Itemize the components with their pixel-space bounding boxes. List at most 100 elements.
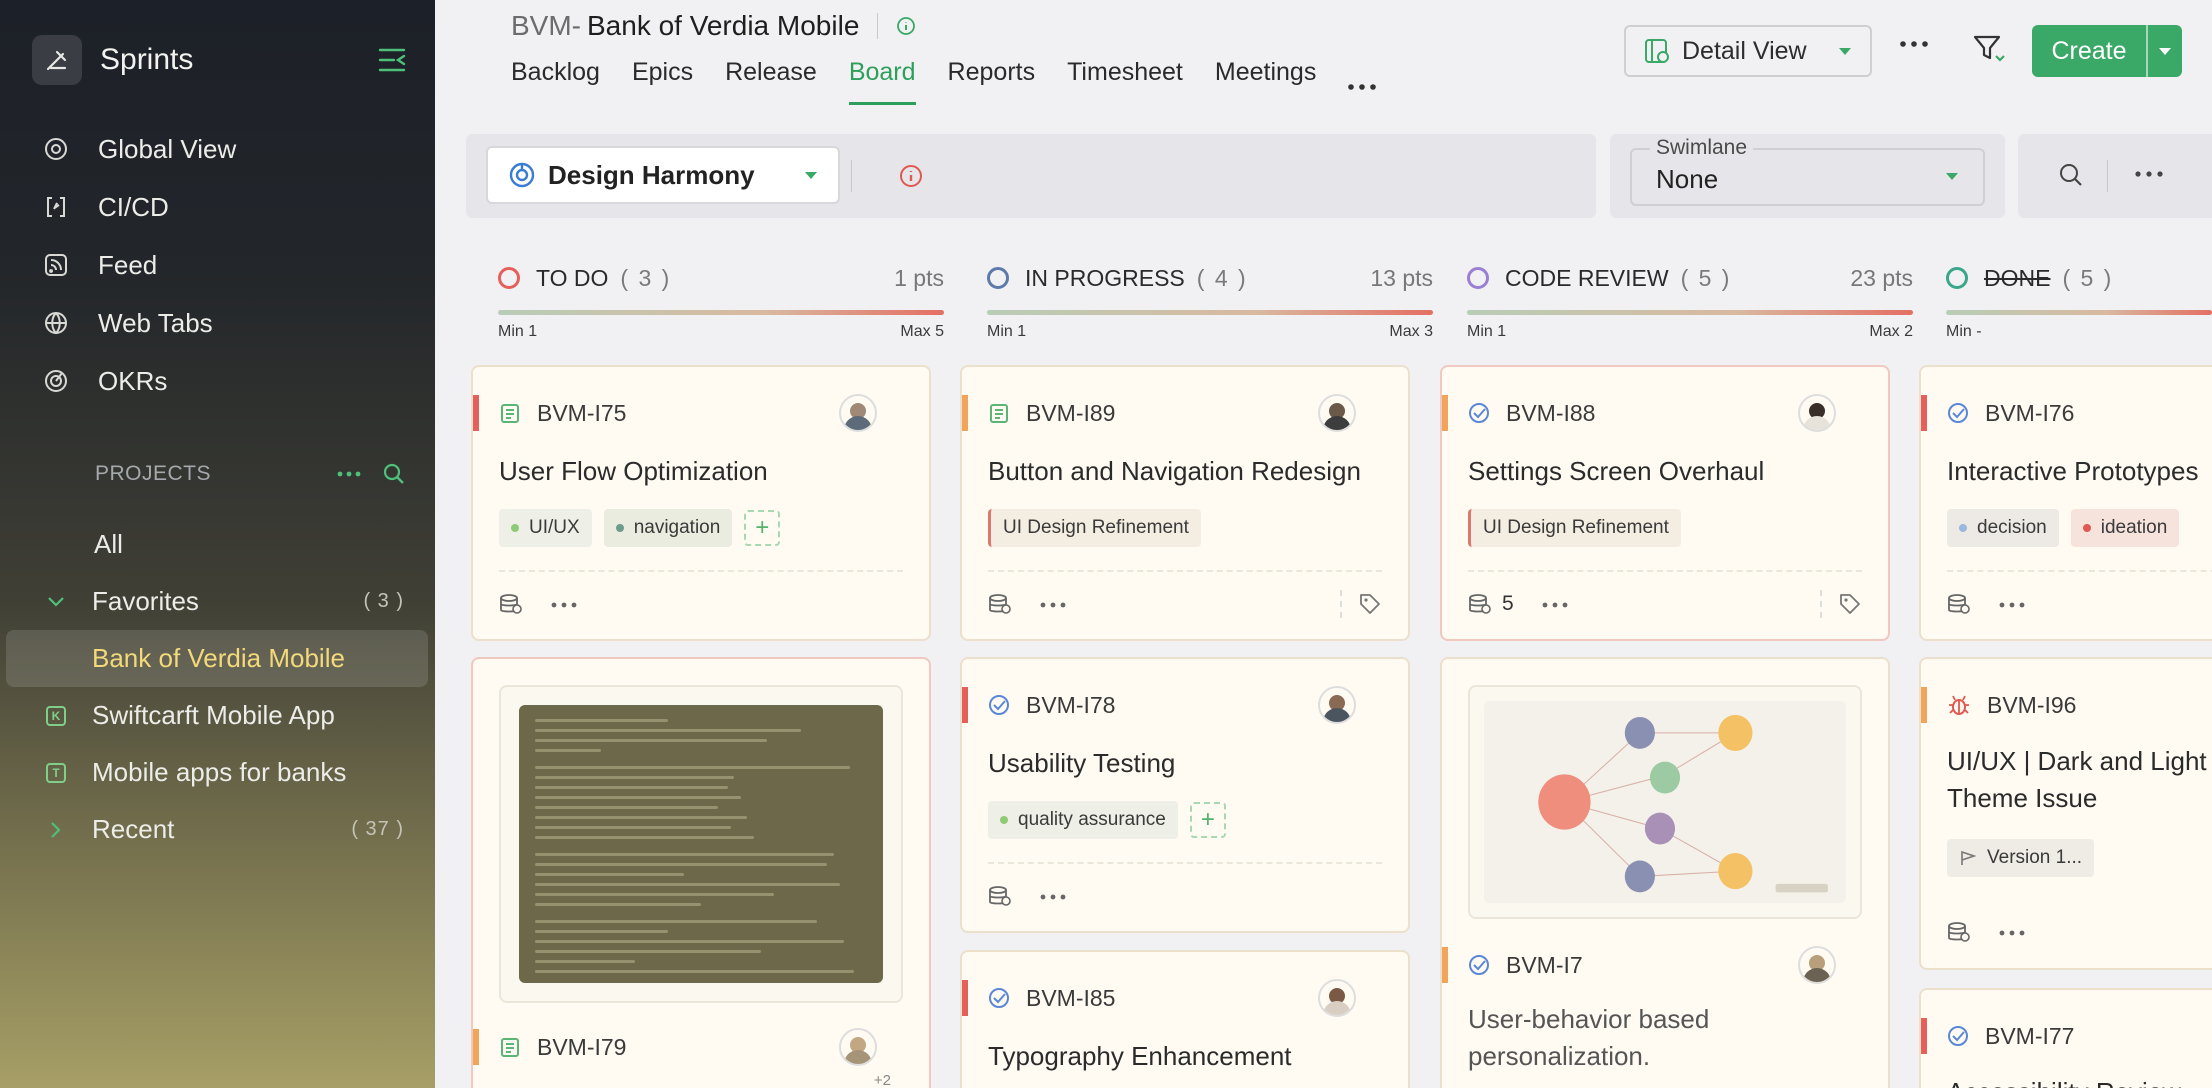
create-dropdown-icon[interactable] (2146, 25, 2182, 77)
attachment-thumbnail[interactable] (499, 685, 903, 1003)
card-title[interactable]: Typography Enhancement (988, 1038, 1388, 1075)
card-id[interactable]: BVM-I79 (537, 1034, 626, 1061)
card-id[interactable]: BVM-I77 (1985, 1023, 2074, 1050)
sidebar-item-all-projects[interactable]: All (6, 516, 428, 573)
card-id[interactable]: BVM-I96 (1987, 692, 2076, 719)
info-icon[interactable] (896, 16, 916, 36)
task-card-bvm-i88[interactable]: BVM-I88 Settings Screen Overhaul UI Desi… (1440, 365, 1890, 641)
search-icon[interactable] (383, 463, 405, 485)
card-title[interactable]: Settings Screen Overhaul (1468, 453, 1868, 490)
sidebar-item-cicd[interactable]: CI/CD (44, 178, 236, 236)
avatar[interactable] (1798, 394, 1836, 432)
tag[interactable]: ideation (2070, 509, 2180, 547)
card-title[interactable]: User Flow Optimization (499, 453, 909, 490)
card-id[interactable]: BVM-I78 (1026, 692, 1115, 719)
tab-board[interactable]: Board (848, 58, 916, 105)
create-button[interactable]: Create (2032, 25, 2182, 77)
card-title[interactable]: User-behavior based personalization. (1468, 1001, 1828, 1075)
card-more-icon[interactable] (1999, 595, 2025, 613)
story-points-icon[interactable] (1947, 593, 1971, 615)
card-more-icon[interactable] (1999, 923, 2025, 941)
story-points-icon[interactable] (988, 885, 1012, 907)
card-id[interactable]: BVM-I88 (1506, 400, 1595, 427)
card-title[interactable]: Accessibility Review (1947, 1074, 2212, 1088)
task-card-bvm-i78[interactable]: BVM-I78 Usability Testing quality assura… (960, 657, 1410, 933)
search-icon[interactable] (2058, 162, 2084, 193)
card-id[interactable]: BVM-I85 (1026, 985, 1115, 1012)
task-card-bvm-i96[interactable]: BVM-I96 UI/UX | Dark and Light Theme Iss… (1919, 657, 2212, 970)
tab-backlog[interactable]: Backlog (511, 58, 600, 105)
story-points-icon[interactable] (499, 593, 523, 615)
filter-icon[interactable] (1973, 34, 2005, 69)
story-points-icon[interactable] (988, 593, 1012, 615)
task-card-bvm-i7[interactable]: BVM-I7 User-behavior based personalizati… (1440, 657, 1890, 1088)
card-id[interactable]: BVM-I76 (1985, 400, 2074, 427)
swimlane-value: None (1656, 164, 1719, 194)
card-id[interactable]: BVM-I7 (1506, 952, 1583, 979)
tab-meetings[interactable]: Meetings (1215, 58, 1316, 105)
task-card-bvm-i85[interactable]: BVM-I85 Typography Enhancement (960, 950, 1410, 1088)
chevron-right-icon[interactable] (6, 821, 92, 839)
tab-epics[interactable]: Epics (632, 58, 693, 105)
card-title[interactable]: UI/UX | Dark and Light Theme Issue (1947, 743, 2212, 817)
release-tag-icon[interactable] (1358, 592, 1382, 616)
card-title[interactable]: Button and Navigation Redesign (988, 453, 1388, 490)
card-title[interactable]: Interactive Prototypes (1947, 453, 2212, 490)
card-id[interactable]: BVM-I89 (1026, 400, 1115, 427)
more-options-icon[interactable] (2135, 164, 2163, 182)
sidebar-item-mobile-apps-for-banks[interactable]: T Mobile apps for banks (6, 744, 428, 801)
avatar[interactable] (1318, 979, 1356, 1017)
more-tabs-icon[interactable] (1348, 58, 1377, 105)
more-icon[interactable] (337, 471, 361, 477)
task-card-bvm-i79[interactable]: BVM-I79 +2 (471, 657, 931, 1088)
tag[interactable]: decision (1947, 509, 2059, 547)
sidebar-item-bank-of-verdia-mobile[interactable]: Bank of Verdia Mobile (6, 630, 428, 687)
sprints-logo-icon[interactable] (32, 35, 82, 85)
epic-tag[interactable]: UI Design Refinement (988, 509, 1201, 547)
add-tag-button[interactable]: + (744, 510, 781, 546)
card-more-icon[interactable] (1542, 595, 1568, 613)
sidebar-item-okrs[interactable]: OKRs (44, 352, 236, 410)
card-id[interactable]: BVM-I75 (537, 400, 626, 427)
task-card-bvm-i75[interactable]: BVM-I75 User Flow Optimization UI/UX nav… (471, 365, 931, 641)
sidebar-item-global-view[interactable]: Global View (44, 120, 236, 178)
card-more-icon[interactable] (1040, 595, 1066, 613)
sprint-info-icon[interactable] (899, 164, 923, 193)
story-points-icon[interactable] (1468, 593, 1492, 615)
sidebar-item-favorites[interactable]: Favorites ( 3 ) (6, 573, 428, 630)
avatar[interactable] (1318, 394, 1356, 432)
tag[interactable]: UI/UX (499, 509, 592, 547)
tag[interactable]: quality assurance (988, 801, 1178, 839)
attachment-thumbnail[interactable] (1468, 685, 1862, 919)
avatar[interactable] (839, 394, 877, 432)
card-more-icon[interactable] (1040, 887, 1066, 905)
task-card-bvm-i89[interactable]: BVM-I89 Button and Navigation Redesign U… (960, 365, 1410, 641)
story-points-icon[interactable] (1947, 921, 1971, 943)
sidebar-item-web-tabs[interactable]: Web Tabs (44, 294, 236, 352)
sprint-selector[interactable]: Design Harmony (486, 146, 840, 204)
task-card-bvm-i77[interactable]: BVM-I77 Accessibility Review (1919, 988, 2212, 1088)
collapse-sidebar-icon[interactable] (375, 42, 411, 78)
avatar[interactable] (1798, 946, 1836, 984)
sidebar-item-feed[interactable]: Feed (44, 236, 236, 294)
tab-timesheet[interactable]: Timesheet (1067, 58, 1183, 105)
avatar[interactable] (839, 1028, 877, 1066)
swimlane-selector[interactable]: Swimlane None (1630, 136, 1985, 206)
task-card-bvm-i76[interactable]: BVM-I76 Interactive Prototypes decision … (1919, 365, 2212, 641)
chevron-down-icon[interactable] (6, 596, 92, 608)
sidebar-item-recent[interactable]: Recent ( 37 ) (6, 801, 428, 858)
card-more-icon[interactable] (551, 595, 577, 613)
add-tag-button[interactable]: + (1189, 802, 1226, 838)
card-title[interactable]: Usability Testing (988, 745, 1388, 782)
version-tag[interactable]: Version 1... (1947, 839, 2095, 877)
release-tag-icon[interactable] (1838, 592, 1862, 616)
avatar[interactable] (1318, 686, 1356, 724)
tab-reports[interactable]: Reports (948, 58, 1036, 105)
sidebar-nav: Global View CI/CD Feed Web Tabs OKRs (44, 120, 236, 410)
view-selector[interactable]: Detail View (1624, 25, 1872, 77)
tab-release[interactable]: Release (725, 58, 817, 105)
more-options-icon[interactable] (1900, 34, 1928, 52)
sidebar-item-swiftcarft-mobile-app[interactable]: K Swiftcarft Mobile App (6, 687, 428, 744)
epic-tag[interactable]: UI Design Refinement (1468, 509, 1681, 547)
tag[interactable]: navigation (603, 509, 733, 547)
